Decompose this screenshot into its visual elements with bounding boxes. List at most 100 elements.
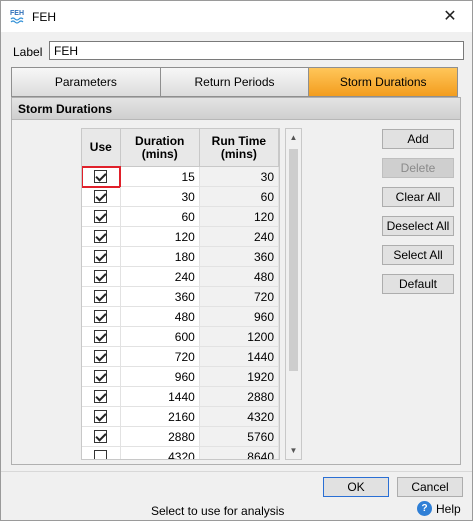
clear-all-button[interactable]: Clear All bbox=[382, 187, 454, 207]
use-checkbox[interactable] bbox=[94, 270, 108, 283]
ok-button[interactable]: OK bbox=[323, 477, 389, 497]
col-header-duration-label: Duration (mins) bbox=[135, 133, 185, 161]
use-cell[interactable] bbox=[82, 267, 121, 287]
use-cell[interactable] bbox=[82, 227, 121, 247]
duration-cell[interactable]: 180 bbox=[120, 247, 200, 267]
runtime-cell: 60 bbox=[199, 187, 279, 207]
title-bar: FEH FEH ✕ bbox=[1, 1, 472, 32]
runtime-cell: 480 bbox=[199, 267, 279, 287]
use-checkbox[interactable] bbox=[94, 210, 108, 223]
grid-body: 15 30 30 60 60 120 120 240 180 360 240 480 360 720 480… bbox=[82, 166, 279, 459]
duration-cell[interactable]: 120 bbox=[120, 227, 200, 247]
selected-cell-highlight bbox=[82, 166, 121, 188]
runtime-cell: 30 bbox=[199, 167, 279, 187]
tab-return-periods[interactable]: Return Periods bbox=[160, 68, 310, 96]
duration-cell[interactable]: 240 bbox=[120, 267, 200, 287]
use-cell[interactable] bbox=[82, 187, 121, 207]
cancel-button[interactable]: Cancel bbox=[397, 477, 463, 497]
grid-scrollbar[interactable]: ▲ ▼ bbox=[285, 128, 302, 460]
runtime-cell: 5760 bbox=[199, 427, 279, 447]
use-cell[interactable] bbox=[82, 166, 121, 188]
feh-dialog: FEH FEH ✕ Label Parameters Return Period… bbox=[0, 0, 473, 521]
scroll-thumb[interactable] bbox=[289, 149, 298, 371]
use-cell[interactable] bbox=[82, 287, 121, 307]
label-caption: Label bbox=[13, 45, 43, 59]
use-checkbox[interactable] bbox=[94, 390, 108, 403]
duration-cell[interactable]: 15 bbox=[120, 167, 200, 187]
table-row[interactable]: 2160 4320 bbox=[82, 407, 279, 427]
use-cell[interactable] bbox=[82, 427, 121, 447]
tab-parameters[interactable]: Parameters bbox=[12, 68, 161, 96]
duration-cell[interactable]: 2160 bbox=[120, 407, 200, 427]
duration-cell[interactable]: 600 bbox=[120, 327, 200, 347]
use-checkbox[interactable] bbox=[94, 370, 108, 383]
col-header-runtime[interactable]: Run Time (mins) bbox=[199, 129, 279, 167]
delete-button[interactable]: Delete bbox=[382, 158, 454, 178]
table-row[interactable]: 480 960 bbox=[82, 307, 279, 327]
duration-cell[interactable]: 30 bbox=[120, 187, 200, 207]
use-checkbox[interactable] bbox=[94, 450, 108, 459]
label-input[interactable] bbox=[49, 41, 464, 60]
use-cell[interactable] bbox=[82, 367, 121, 387]
scroll-up-icon[interactable]: ▲ bbox=[286, 129, 301, 146]
help-link[interactable]: ? Help bbox=[417, 501, 461, 516]
use-cell[interactable] bbox=[82, 327, 121, 347]
duration-cell[interactable]: 960 bbox=[120, 367, 200, 387]
col-header-runtime-label: Run Time (mins) bbox=[211, 133, 267, 161]
scroll-down-icon[interactable]: ▼ bbox=[286, 442, 301, 459]
table-row[interactable]: 2880 5760 bbox=[82, 427, 279, 447]
use-checkbox[interactable] bbox=[94, 430, 108, 443]
table-row[interactable]: 15 30 bbox=[82, 166, 279, 188]
runtime-cell: 1440 bbox=[199, 347, 279, 367]
duration-cell[interactable]: 4320 bbox=[121, 447, 200, 459]
use-checkbox[interactable] bbox=[94, 290, 108, 303]
table-row[interactable]: 120 240 bbox=[82, 227, 279, 247]
use-cell[interactable] bbox=[82, 207, 121, 227]
duration-cell[interactable]: 2880 bbox=[120, 427, 200, 447]
table-row[interactable]: 4320 8640 bbox=[82, 447, 279, 459]
use-checkbox[interactable] bbox=[94, 410, 108, 423]
duration-cell[interactable]: 360 bbox=[120, 287, 200, 307]
runtime-cell: 960 bbox=[199, 307, 279, 327]
use-checkbox[interactable] bbox=[94, 330, 108, 343]
runtime-cell: 1920 bbox=[199, 367, 279, 387]
tab-storm-durations[interactable]: Storm Durations bbox=[309, 68, 458, 96]
duration-cell[interactable]: 60 bbox=[120, 207, 200, 227]
table-row[interactable]: 240 480 bbox=[82, 267, 279, 287]
add-button[interactable]: Add bbox=[382, 129, 454, 149]
use-cell[interactable] bbox=[82, 247, 121, 267]
runtime-cell: 4320 bbox=[199, 407, 279, 427]
table-row[interactable]: 60 120 bbox=[82, 207, 279, 227]
table-row[interactable]: 600 1200 bbox=[82, 327, 279, 347]
table-row[interactable]: 180 360 bbox=[82, 247, 279, 267]
table-row[interactable]: 30 60 bbox=[82, 187, 279, 207]
help-label: Help bbox=[436, 501, 461, 516]
duration-cell[interactable]: 720 bbox=[120, 347, 200, 367]
close-button[interactable]: ✕ bbox=[438, 5, 462, 27]
use-cell[interactable] bbox=[82, 447, 121, 459]
use-checkbox[interactable] bbox=[94, 190, 108, 203]
select-all-button[interactable]: Select All bbox=[382, 245, 454, 265]
col-header-duration[interactable]: Duration (mins) bbox=[120, 129, 200, 167]
tab-strip: Parameters Return Periods Storm Duration… bbox=[11, 67, 458, 97]
use-checkbox[interactable] bbox=[94, 310, 108, 323]
deselect-all-button[interactable]: Deselect All bbox=[382, 216, 454, 236]
table-row[interactable]: 360 720 bbox=[82, 287, 279, 307]
default-button[interactable]: Default bbox=[382, 274, 454, 294]
use-cell[interactable] bbox=[82, 347, 121, 367]
col-header-use[interactable]: Use bbox=[82, 129, 121, 167]
use-checkbox[interactable] bbox=[94, 250, 108, 263]
table-row[interactable]: 1440 2880 bbox=[82, 387, 279, 407]
close-icon: ✕ bbox=[443, 8, 457, 25]
storm-durations-panel: Storm Durations Use Duration (mins) Run … bbox=[11, 97, 461, 465]
runtime-cell: 360 bbox=[199, 247, 279, 267]
use-cell[interactable] bbox=[82, 387, 121, 407]
table-row[interactable]: 960 1920 bbox=[82, 367, 279, 387]
use-cell[interactable] bbox=[82, 307, 121, 327]
duration-cell[interactable]: 480 bbox=[120, 307, 200, 327]
use-cell[interactable] bbox=[82, 407, 121, 427]
use-checkbox[interactable] bbox=[94, 230, 108, 243]
use-checkbox[interactable] bbox=[94, 350, 108, 363]
duration-cell[interactable]: 1440 bbox=[120, 387, 200, 407]
table-row[interactable]: 720 1440 bbox=[82, 347, 279, 367]
